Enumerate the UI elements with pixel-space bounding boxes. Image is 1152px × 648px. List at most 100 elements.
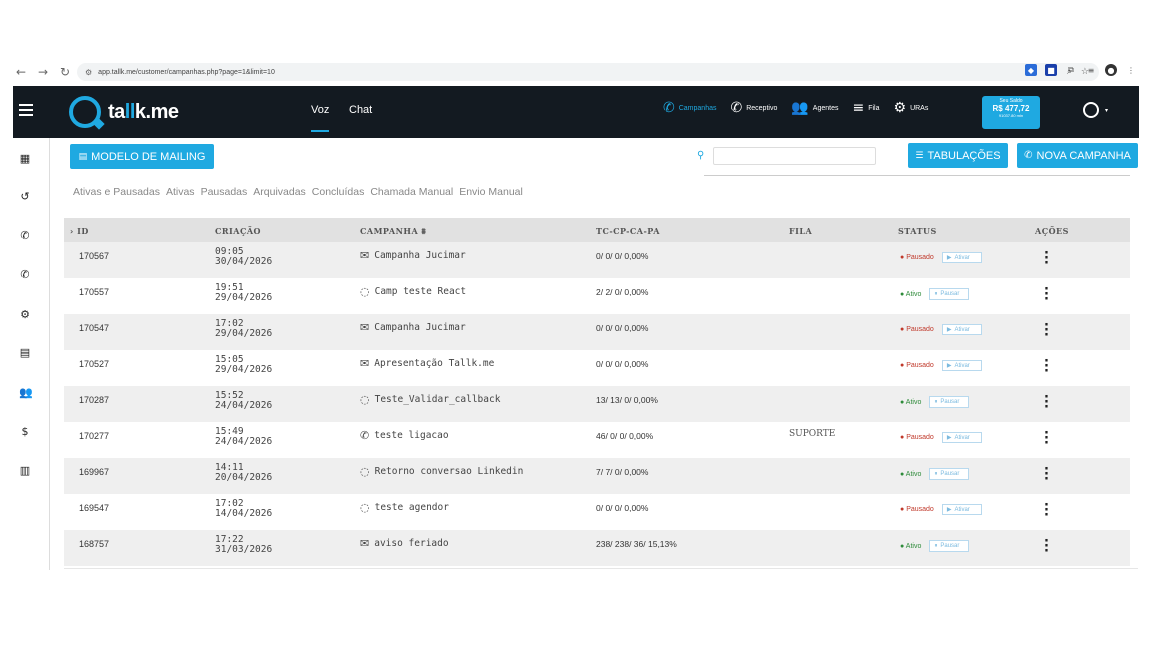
- more-actions-icon[interactable]: · · ·: [1044, 535, 1049, 558]
- table-row[interactable]: 168757 17:22 31/03/2026 ✉ aviso feriado 238/ …: [64, 530, 1130, 566]
- more-actions-icon[interactable]: · · ·: [1044, 247, 1049, 270]
- table-row[interactable]: 169547 17:02 14/04/2026 ◌ teste agendor 0/ 0/…: [64, 494, 1130, 530]
- reload-icon[interactable]: ↻: [57, 64, 73, 80]
- table-row[interactable]: 170547 17:02 29/04/2026 ✉ Campanha Jucimar 0/…: [64, 314, 1130, 350]
- table-row[interactable]: 169967 14:11 20/04/2026 ◌ Retorno conversao …: [64, 458, 1130, 494]
- filter-arquivadas[interactable]: Arquivadas: [253, 186, 306, 198]
- history-icon[interactable]: ↺: [19, 190, 31, 203]
- forward-icon[interactable]: →: [35, 64, 51, 80]
- ativar-button[interactable]: ▶ Ativar: [941, 252, 982, 263]
- extension-icon[interactable]: ■: [1045, 64, 1057, 76]
- header-criacao[interactable]: CRIAÇÃO: [215, 226, 261, 236]
- header-id[interactable]: › ID: [70, 226, 89, 236]
- campaign-name-cell[interactable]: ◌ Camp teste React: [360, 285, 466, 298]
- filter-icon[interactable]: ⩩: [421, 227, 426, 236]
- more-actions-icon[interactable]: · · ·: [1044, 499, 1049, 522]
- filter-ativas-pausadas[interactable]: Ativas e Pausadas: [73, 186, 160, 198]
- browser-menu-icon[interactable]: ⋮: [1125, 64, 1137, 76]
- hamburger-menu-icon[interactable]: [19, 104, 33, 118]
- campaign-name[interactable]: Teste_Validar_callback: [375, 394, 501, 405]
- campaign-name-cell[interactable]: ✉ Apresentação Tallk.me: [360, 357, 494, 370]
- nav-campanhas[interactable]: ✆ Campanhas: [663, 100, 716, 116]
- campaign-name-cell[interactable]: ✉ Campanha Jucimar: [360, 321, 466, 334]
- back-icon[interactable]: ←: [13, 64, 29, 80]
- filter-concluidas[interactable]: Concluídas: [312, 186, 365, 198]
- more-actions-icon[interactable]: · · ·: [1044, 355, 1049, 378]
- table-header: › ID CRIAÇÃO CAMPANHA ⩩ TC-CP-CA-PA FILA…: [64, 218, 1130, 242]
- campaign-name-cell[interactable]: ✉ Campanha Jucimar: [360, 249, 466, 262]
- search-input[interactable]: [713, 147, 876, 165]
- users-icon[interactable]: 👥: [19, 386, 33, 399]
- modelo-mailing-button[interactable]: ▤ MODELO DE MAILING: [70, 144, 214, 169]
- table-row[interactable]: 170277 15:49 24/04/2026 ✆ teste ligacao 46/ 0…: [64, 422, 1130, 458]
- header-campanha[interactable]: CAMPANHA ⩩: [360, 226, 426, 237]
- campaign-name-cell[interactable]: ✆ teste ligacao: [360, 429, 449, 442]
- campaign-name[interactable]: teste agendor: [375, 502, 449, 513]
- campaign-name[interactable]: Retorno conversao Linkedin: [375, 466, 524, 477]
- nav-fila[interactable]: ≡ Fila: [852, 100, 879, 116]
- tabulacoes-button[interactable]: ☰ TABULAÇÕES: [908, 143, 1008, 168]
- extension-icon[interactable]: ◆: [1025, 64, 1037, 76]
- more-actions-icon[interactable]: · · ·: [1044, 391, 1049, 414]
- dashboard-icon[interactable]: ▦: [19, 152, 31, 165]
- address-bar[interactable]: ⚙ app.tallk.me/customer/campanhas.php?pa…: [77, 63, 1099, 81]
- header-fila[interactable]: FILA: [789, 226, 812, 236]
- campaign-name[interactable]: Camp teste React: [375, 286, 467, 297]
- user-account-icon[interactable]: [1083, 102, 1099, 118]
- nav-uras[interactable]: ⚙ URAs: [894, 100, 929, 116]
- header-status[interactable]: STATUS: [898, 226, 937, 236]
- ativar-button[interactable]: ▶ Ativar: [941, 432, 982, 443]
- table-row[interactable]: 170567 09:05 30/04/2026 ✉ Campanha Jucimar 0/…: [64, 242, 1130, 278]
- nova-campanha-button[interactable]: ✆ NOVA CAMPANHA: [1017, 143, 1138, 168]
- filter-pausadas[interactable]: Pausadas: [201, 186, 248, 198]
- status-badge: ● Ativo: [900, 398, 922, 406]
- tab-voz[interactable]: Voz: [311, 104, 330, 132]
- header-tc[interactable]: TC-CP-CA-PA: [596, 226, 660, 236]
- more-actions-icon[interactable]: · · ·: [1044, 427, 1049, 450]
- pausar-button[interactable]: ⏸ Pausar: [929, 540, 970, 552]
- campaign-name[interactable]: teste ligacao: [374, 430, 448, 441]
- url-text[interactable]: app.tallk.me/customer/campanhas.php?page…: [98, 69, 275, 76]
- ativar-button[interactable]: ▶ Ativar: [941, 324, 982, 335]
- more-actions-icon[interactable]: · · ·: [1044, 319, 1049, 342]
- table-row[interactable]: 170557 19:51 29/04/2026 ◌ Camp teste React 2/…: [64, 278, 1130, 314]
- nav-agentes[interactable]: 👥 Agentes: [791, 100, 838, 116]
- filter-ativas[interactable]: Ativas: [166, 186, 195, 198]
- pause-icon: ⏸: [934, 290, 938, 297]
- pausar-button[interactable]: ⏸ Pausar: [929, 288, 970, 300]
- gear-icon[interactable]: ⚙: [19, 308, 31, 321]
- tallk-logo[interactable]: tallk.me: [69, 96, 179, 128]
- campaign-name-cell[interactable]: ◌ Retorno conversao Linkedin: [360, 465, 523, 478]
- filter-chamada-manual[interactable]: Chamada Manual: [370, 186, 453, 198]
- filter-envio-manual[interactable]: Envio Manual: [459, 186, 523, 198]
- campaign-name-cell[interactable]: ◌ teste agendor: [360, 501, 449, 514]
- nav-receptivo[interactable]: ✆ Receptivo: [730, 100, 777, 116]
- chevron-down-icon[interactable]: ▾: [1105, 107, 1108, 114]
- clipboard-icon[interactable]: ▤: [19, 346, 31, 359]
- campaign-stats: 7/ 7/ 0/ 0,00%: [596, 467, 649, 477]
- phone-incoming-icon[interactable]: ✆: [19, 268, 31, 281]
- ativar-button[interactable]: ▶ Ativar: [941, 360, 982, 371]
- pausar-button[interactable]: ⏸ Pausar: [929, 468, 970, 480]
- more-actions-icon[interactable]: · · ·: [1044, 463, 1049, 486]
- extensions-puzzle-icon[interactable]: ⧉: [1065, 64, 1077, 76]
- reports-icon[interactable]: ▥: [19, 464, 31, 477]
- table-row[interactable]: 170527 15:05 29/04/2026 ✉ Apresentação Tallk…: [64, 350, 1130, 386]
- ativar-button[interactable]: ▶ Ativar: [941, 504, 982, 515]
- pausar-button[interactable]: ⏸ Pausar: [929, 396, 970, 408]
- phone-outgoing-icon[interactable]: ✆: [19, 229, 31, 242]
- campaign-name[interactable]: Campanha Jucimar: [374, 322, 466, 333]
- reading-list-icon[interactable]: ≡: [1085, 64, 1097, 76]
- table-row[interactable]: 170287 15:52 24/04/2026 ◌ Teste_Validar_call…: [64, 386, 1130, 422]
- campaign-name-cell[interactable]: ✉ aviso feriado: [360, 537, 449, 550]
- site-info-icon[interactable]: ⚙: [85, 68, 92, 77]
- campaign-name[interactable]: Campanha Jucimar: [374, 250, 466, 261]
- tab-chat[interactable]: Chat: [349, 104, 372, 116]
- profile-avatar-icon[interactable]: ●: [1105, 64, 1117, 76]
- dollar-icon[interactable]: $: [19, 425, 31, 438]
- balance-badge[interactable]: Seu Saldo R$ 477,72 91037.80 min: [982, 96, 1040, 129]
- campaign-name[interactable]: Apresentação Tallk.me: [374, 358, 494, 369]
- more-actions-icon[interactable]: · · ·: [1044, 283, 1049, 306]
- campaign-name[interactable]: aviso feriado: [374, 538, 448, 549]
- campaign-name-cell[interactable]: ◌ Teste_Validar_callback: [360, 393, 500, 406]
